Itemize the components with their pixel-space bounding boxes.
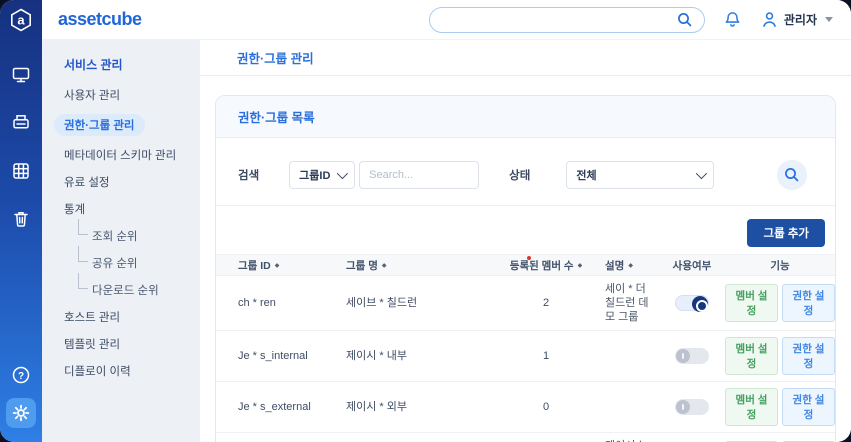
screen: a — [0, 0, 851, 442]
col-header-functions: 기능 — [725, 258, 835, 273]
enabled-toggle[interactable] — [675, 295, 709, 311]
permission-settings-button[interactable]: 권한 설정 — [782, 388, 835, 426]
printer-icon[interactable] — [10, 112, 32, 134]
group-id-cell: ch * ren — [238, 290, 346, 316]
group-table: 그룹 ID◆ 그룹 명◆ 등록된 멤버 수◆ 설명◆ 사용여부 기능 ch * … — [216, 254, 835, 442]
sidebar-item-statistics[interactable]: 통계 — [64, 201, 200, 217]
enabled-toggle[interactable] — [675, 348, 709, 364]
table-row: jei * s_user 제이시 * 메디칼 유저 0 제이시스 메디칼 * 스… — [216, 433, 835, 442]
main-content: 권한·그룹 관리 권한·그룹 목록 검색 그룹ID 상태 전체 — [200, 40, 851, 442]
group-name-cell: 제이시 * 내부 — [346, 343, 501, 369]
status-filter-label: 상태 — [509, 167, 530, 183]
sidebar-item-paid-settings[interactable]: 유료 설정 — [64, 174, 200, 190]
sidebar-item-permission-group-mgmt[interactable]: 권한·그룹 관리 — [64, 114, 200, 136]
chevron-down-icon — [337, 168, 348, 179]
sort-icon[interactable]: ◆ — [382, 262, 387, 269]
panel-title: 권한·그룹 목록 — [216, 96, 835, 138]
member-settings-button[interactable]: 멤버 설정 — [725, 284, 778, 322]
description-cell: 제이시스 메디칼 * 스트 — [591, 433, 659, 442]
user-icon — [760, 10, 779, 29]
description-cell — [591, 350, 659, 362]
global-search[interactable] — [429, 7, 705, 33]
table-header-row: 그룹 ID◆ 그룹 명◆ 등록된 멤버 수◆ 설명◆ 사용여부 기능 — [216, 254, 835, 276]
search-filter-label: 검색 — [238, 167, 259, 183]
enabled-toggle[interactable] — [675, 399, 709, 415]
sort-icon[interactable]: ◆ — [628, 262, 633, 269]
group-id-cell: Je * s_internal — [238, 343, 346, 369]
sidebar-item-metadata-schema-mgmt[interactable]: 메타데이터 스키마 관리 — [64, 147, 200, 163]
permission-settings-button[interactable]: 권한 설정 — [782, 284, 835, 322]
sort-icon[interactable]: ◆ — [275, 262, 280, 269]
status-select[interactable]: 전체 — [566, 161, 714, 189]
trash-icon[interactable] — [10, 208, 32, 230]
sort-icon[interactable]: ◆ — [578, 262, 583, 269]
group-name-cell: 제이시 * 외부 — [346, 394, 501, 420]
table-row: ch * ren 세이브 * 칠드런 2 세이 * 더 칠드런 데모 그룹 멤버… — [216, 276, 835, 331]
member-count-cell: 0 — [501, 394, 591, 420]
search-field-select[interactable]: 그룹ID — [289, 161, 355, 189]
group-name-cell: 세이브 * 칠드런 — [346, 290, 501, 316]
user-menu[interactable]: 관리자 — [760, 10, 833, 29]
member-count-cell: 1 — [501, 343, 591, 369]
search-submit-button[interactable] — [777, 160, 807, 190]
permission-settings-button[interactable]: 권한 설정 — [782, 337, 835, 375]
description-cell: 세이 * 더 칠드런 데모 그룹 — [591, 276, 659, 330]
table-row: Je * s_external 제이시 * 외부 0 멤버 설정 권한 설정 — [216, 382, 835, 433]
member-settings-button[interactable]: 멤버 설정 — [725, 388, 778, 426]
sidebar-section-title: 서비스 관리 — [64, 56, 200, 73]
required-dot — [527, 256, 531, 260]
chevron-down-icon — [696, 168, 707, 179]
svg-text:?: ? — [18, 371, 24, 382]
sidebar-item-template-mgmt[interactable]: 템플릿 관리 — [64, 336, 200, 352]
col-header-description[interactable]: 설명◆ — [591, 258, 659, 273]
col-header-group-name[interactable]: 그룹 명◆ — [346, 258, 501, 273]
grid-icon[interactable] — [10, 160, 32, 182]
sidebar-item-download-rank[interactable]: 다운로드 순위 — [78, 282, 200, 298]
app-window: a — [0, 0, 851, 442]
group-list-panel: 권한·그룹 목록 검색 그룹ID 상태 전체 — [215, 95, 836, 442]
sidebar: 서비스 관리 사용자 관리 권한·그룹 관리 메타데이터 스키마 관리 유료 설… — [42, 40, 200, 442]
icon-rail: a — [0, 0, 42, 442]
col-header-member-count[interactable]: 등록된 멤버 수◆ — [501, 258, 591, 273]
keyword-search-input[interactable] — [359, 161, 479, 189]
sidebar-item-user-mgmt[interactable]: 사용자 관리 — [64, 87, 200, 103]
sidebar-item-view-rank[interactable]: 조회 순위 — [78, 228, 200, 244]
member-settings-button[interactable]: 멤버 설정 — [725, 337, 778, 375]
svg-text:a: a — [17, 13, 25, 28]
brand-logotype[interactable]: assetcube — [58, 9, 142, 30]
member-count-cell: 2 — [501, 290, 591, 316]
search-icon[interactable] — [676, 11, 694, 29]
page-title: 권한·그룹 관리 — [200, 40, 851, 76]
logo-icon[interactable]: a — [0, 0, 42, 40]
col-header-group-id[interactable]: 그룹 ID◆ — [238, 258, 346, 273]
sidebar-item-host-mgmt[interactable]: 호스트 관리 — [64, 309, 200, 325]
help-icon[interactable]: ? — [10, 364, 32, 386]
col-header-enabled: 사용여부 — [659, 258, 725, 273]
table-row: Je * s_internal 제이시 * 내부 1 멤버 설정 권한 설정 — [216, 331, 835, 382]
topbar: assetcube — [42, 0, 851, 40]
filter-row: 검색 그룹ID 상태 전체 — [238, 161, 835, 189]
notifications-bell-icon[interactable] — [723, 10, 742, 29]
add-group-button[interactable]: 그룹 추가 — [747, 219, 825, 247]
sidebar-item-share-rank[interactable]: 공유 순위 — [78, 255, 200, 271]
group-id-cell: Je * s_external — [238, 394, 346, 420]
user-name: 관리자 — [784, 11, 817, 28]
settings-gear-icon[interactable] — [6, 398, 36, 428]
chevron-down-icon — [825, 17, 833, 22]
monitor-icon[interactable] — [10, 64, 32, 86]
global-search-input[interactable] — [440, 14, 676, 26]
description-cell — [591, 401, 659, 413]
sidebar-item-deploy-history[interactable]: 디플로이 이력 — [64, 363, 200, 379]
